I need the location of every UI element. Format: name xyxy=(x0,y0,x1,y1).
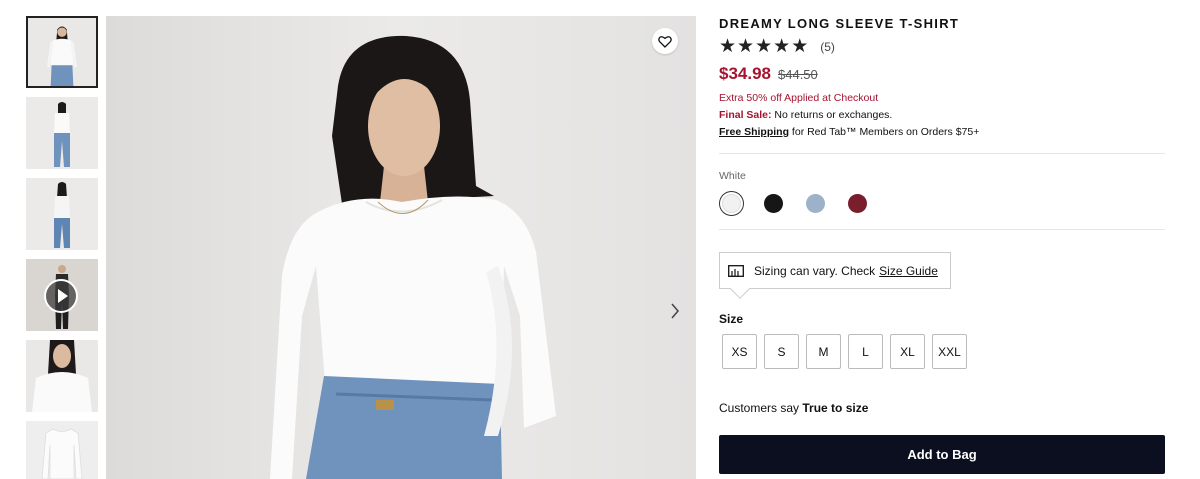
sale-price: $34.98 xyxy=(719,64,771,83)
model-back-image xyxy=(26,178,98,250)
size-xs-button[interactable]: XS xyxy=(722,334,757,369)
final-sale-notice: Final Sale: No returns or exchanges. xyxy=(719,109,1165,121)
tooltip-tail xyxy=(730,279,750,299)
size-tip-text: Sizing can vary. Check xyxy=(754,263,876,278)
swatch-color xyxy=(848,194,867,213)
fit-value: True to size xyxy=(802,401,869,415)
thumbnail-2[interactable] xyxy=(26,97,98,169)
swatch-white[interactable] xyxy=(719,191,744,216)
price-row: $34.98 $44.50 xyxy=(719,64,1165,84)
divider xyxy=(719,229,1165,230)
product-info-panel: DREAMY LONG SLEEVE T-SHIRT ★ ★ ★ ★ ★ (5)… xyxy=(719,16,1165,474)
model-front-image xyxy=(28,18,96,86)
fit-prefix: Customers say xyxy=(719,401,803,415)
selected-color-label: White xyxy=(719,170,746,182)
swatch-color xyxy=(806,194,825,213)
chevron-right-icon xyxy=(671,303,679,319)
thumbnail-1[interactable] xyxy=(26,16,98,88)
size-options: XS S M L XL XXL xyxy=(722,334,967,369)
swatch-color xyxy=(722,194,741,213)
rating-summary[interactable]: ★ ★ ★ ★ ★ (5) xyxy=(719,36,1165,57)
model-photo xyxy=(106,16,696,479)
heart-icon xyxy=(658,35,672,48)
product-title: DREAMY LONG SLEEVE T-SHIRT xyxy=(719,16,960,31)
wishlist-button[interactable] xyxy=(652,28,678,54)
play-icon xyxy=(44,279,78,313)
free-shipping-link[interactable]: Free Shipping xyxy=(719,126,789,138)
swatch-burgundy[interactable] xyxy=(845,191,870,216)
star-icon: ★ xyxy=(773,36,791,57)
review-count[interactable]: (5) xyxy=(820,40,835,54)
star-icon: ★ xyxy=(737,36,755,57)
product-flat-image xyxy=(26,421,98,479)
swatch-color xyxy=(764,194,783,213)
main-product-image xyxy=(106,16,696,479)
divider xyxy=(719,153,1165,154)
swatch-black[interactable] xyxy=(761,191,786,216)
final-sale-label: Final Sale: xyxy=(719,109,772,121)
original-price: $44.50 xyxy=(778,67,818,82)
fit-feedback: Customers say True to size xyxy=(719,401,868,415)
size-label: Size xyxy=(719,312,744,326)
size-guide-tooltip: Sizing can vary. Check Size Guide xyxy=(719,252,951,299)
shipping-notice: Free Shipping for Red Tab™ Members on Or… xyxy=(719,126,1165,138)
model-closeup-image xyxy=(26,340,98,412)
size-xl-button[interactable]: XL xyxy=(890,334,925,369)
size-m-button[interactable]: M xyxy=(806,334,841,369)
size-l-button[interactable]: L xyxy=(848,334,883,369)
thumbnail-5[interactable] xyxy=(26,340,98,412)
size-guide-link[interactable]: Size Guide xyxy=(879,264,938,278)
thumbnail-3[interactable] xyxy=(26,178,98,250)
next-image-button[interactable] xyxy=(666,300,684,322)
add-to-bag-button[interactable]: Add to Bag xyxy=(719,435,1165,474)
color-swatches xyxy=(719,191,1165,216)
thumbnail-6[interactable] xyxy=(26,421,98,479)
thumbnail-video[interactable] xyxy=(26,259,98,331)
star-icon: ★ xyxy=(755,36,773,57)
promo-message: Extra 50% off Applied at Checkout xyxy=(719,92,879,104)
model-front-full-image xyxy=(26,97,98,169)
swatch-light-blue[interactable] xyxy=(803,191,828,216)
star-icon: ★ xyxy=(791,36,809,57)
final-sale-text: No returns or exchanges. xyxy=(771,109,893,121)
size-xxl-button[interactable]: XXL xyxy=(932,334,967,369)
size-s-button[interactable]: S xyxy=(764,334,799,369)
shipping-text: for Red Tab™ Members on Orders $75+ xyxy=(789,126,980,138)
ruler-icon xyxy=(728,264,744,277)
star-icon: ★ xyxy=(719,36,737,57)
star-rating: ★ ★ ★ ★ ★ xyxy=(719,36,809,57)
